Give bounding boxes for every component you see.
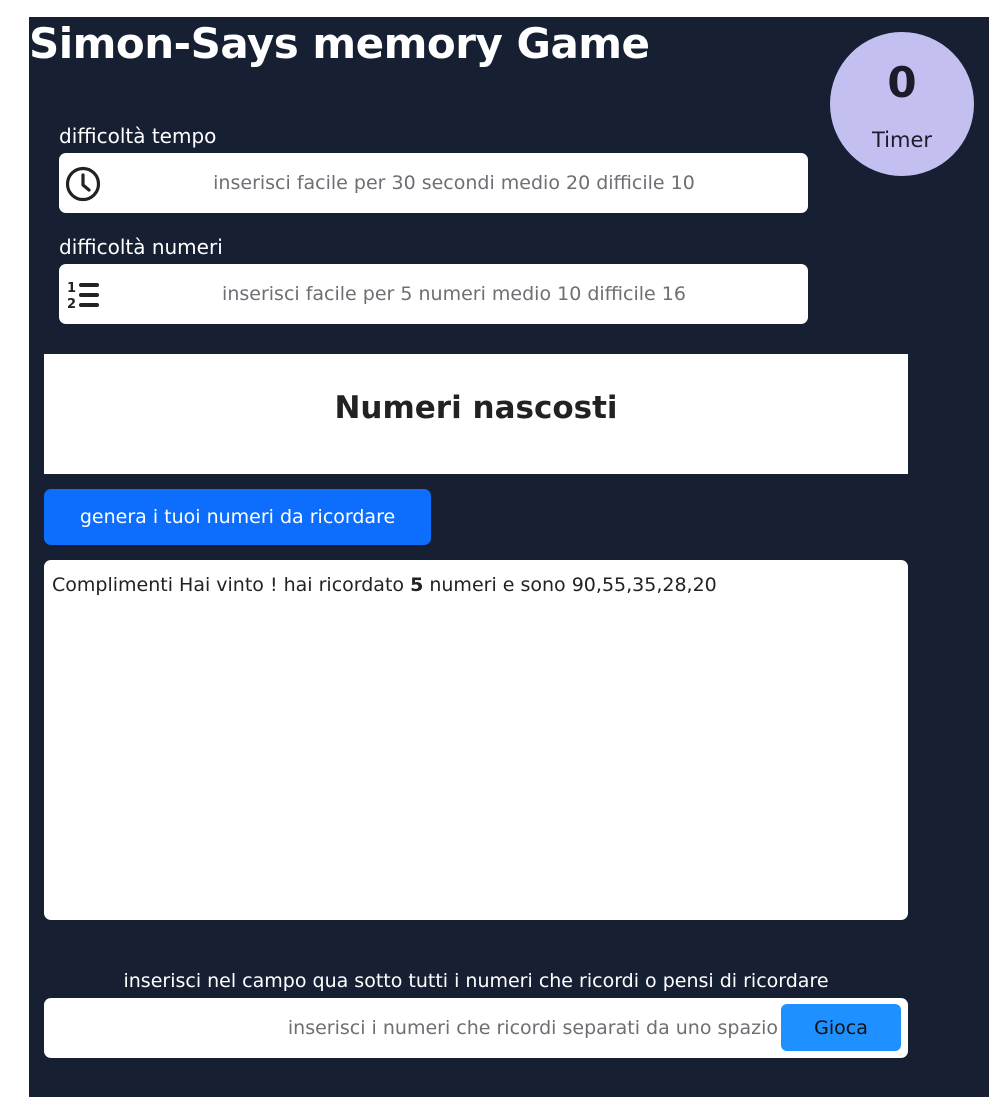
time-difficulty-label: difficoltà tempo — [59, 124, 217, 148]
time-difficulty-input[interactable] — [109, 153, 799, 213]
hidden-numbers-title: Numeri nascosti — [334, 390, 618, 426]
result-suffix: numeri e sono 90,55,35,28,20 — [423, 574, 717, 596]
number-difficulty-label: difficoltà numeri — [59, 235, 223, 259]
answer-input[interactable] — [54, 998, 778, 1058]
play-button[interactable]: Gioca — [781, 1004, 901, 1051]
result-prefix: Complimenti Hai vinto ! hai ricordato — [52, 574, 411, 596]
page-title: Simon-Says memory Game — [29, 19, 650, 68]
number-difficulty-input[interactable] — [109, 264, 799, 324]
numbered-list-icon: 1 2 — [65, 277, 101, 313]
answer-instruction: inserisci nel campo qua sotto tutti i nu… — [123, 970, 829, 992]
timer-badge: 0 Timer — [830, 32, 974, 176]
timer-value: 0 — [887, 58, 917, 107]
answer-field: Gioca — [44, 998, 908, 1058]
app-container: Simon-Says memory Game 0 Timer difficolt… — [29, 17, 989, 1097]
result-message: Complimenti Hai vinto ! hai ricordato 5 … — [52, 574, 717, 596]
timer-label: Timer — [871, 128, 933, 152]
generate-numbers-button[interactable]: genera i tuoi numeri da ricordare — [44, 489, 431, 545]
number-difficulty-field: 1 2 — [59, 264, 808, 324]
hidden-numbers-panel: Numeri nascosti — [44, 354, 908, 474]
svg-text:1: 1 — [67, 281, 76, 296]
result-panel: Complimenti Hai vinto ! hai ricordato 5 … — [44, 560, 908, 920]
svg-text:2: 2 — [67, 297, 76, 312]
clock-icon — [65, 166, 101, 202]
result-count: 5 — [410, 574, 424, 596]
time-difficulty-field — [59, 153, 808, 213]
